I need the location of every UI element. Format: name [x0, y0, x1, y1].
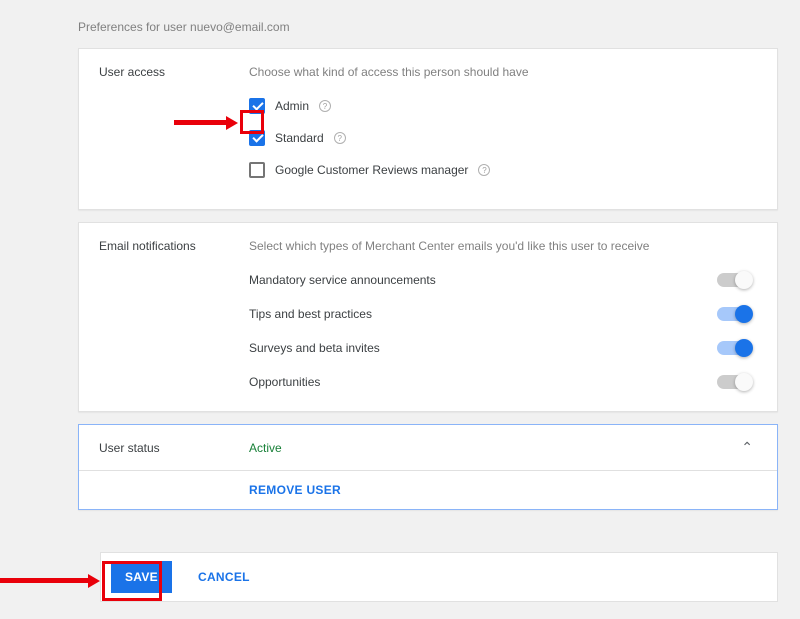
user-status-value: Active	[249, 441, 741, 455]
help-icon[interactable]: ?	[478, 164, 490, 176]
user-status-label: User status	[99, 441, 249, 455]
email-notifications-label: Email notifications	[99, 239, 249, 395]
user-status-card: User status Active ⌃ REMOVE USER	[78, 424, 778, 510]
notif-surveys: Surveys and beta invites	[249, 339, 757, 357]
action-bar: SAVE CANCEL	[100, 552, 778, 602]
checkbox-standard[interactable]	[249, 130, 265, 146]
notif-tips: Tips and best practices	[249, 305, 757, 323]
user-access-card: User access Choose what kind of access t…	[78, 48, 778, 210]
chevron-up-icon[interactable]: ⌃	[741, 439, 757, 456]
access-option-standard: Standard ?	[249, 129, 757, 147]
option-label: Google Customer Reviews manager	[275, 163, 468, 177]
access-option-reviews-manager: Google Customer Reviews manager ?	[249, 161, 757, 179]
save-button[interactable]: SAVE	[111, 561, 172, 593]
checkbox-admin[interactable]	[249, 98, 265, 114]
toggle-surveys[interactable]	[717, 341, 751, 355]
option-label: Standard	[275, 131, 324, 145]
notif-opportunities: Opportunities	[249, 373, 757, 391]
toggle-label: Surveys and beta invites	[249, 341, 717, 355]
checkbox-reviews-manager[interactable]	[249, 162, 265, 178]
toggle-label: Mandatory service announcements	[249, 273, 717, 287]
user-access-desc: Choose what kind of access this person s…	[249, 65, 757, 79]
toggle-label: Opportunities	[249, 375, 717, 389]
help-icon[interactable]: ?	[334, 132, 346, 144]
notif-mandatory-announcements: Mandatory service announcements	[249, 271, 757, 289]
email-notifications-card: Email notifications Select which types o…	[78, 222, 778, 412]
help-icon[interactable]: ?	[319, 100, 331, 112]
access-option-admin: Admin ?	[249, 97, 757, 115]
toggle-mandatory-announcements[interactable]	[717, 273, 751, 287]
toggle-tips[interactable]	[717, 307, 751, 321]
page-title: Preferences for user nuevo@email.com	[0, 6, 800, 48]
toggle-opportunities[interactable]	[717, 375, 751, 389]
user-status-row[interactable]: User status Active ⌃	[79, 425, 777, 470]
remove-user-button[interactable]: REMOVE USER	[79, 470, 777, 509]
cancel-button[interactable]: CANCEL	[184, 561, 264, 593]
email-notifications-desc: Select which types of Merchant Center em…	[249, 239, 757, 253]
toggle-label: Tips and best practices	[249, 307, 717, 321]
user-access-label: User access	[99, 65, 249, 193]
option-label: Admin	[275, 99, 309, 113]
